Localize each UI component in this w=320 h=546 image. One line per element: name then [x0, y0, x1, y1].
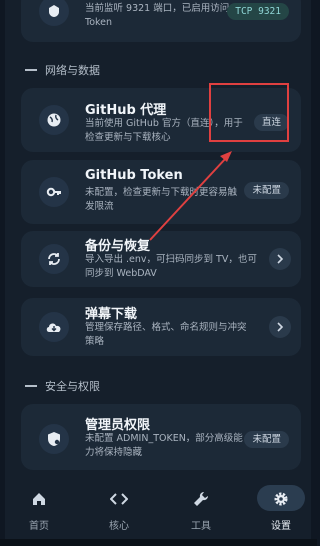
nav-home[interactable]: 首页: [9, 481, 69, 539]
nav-core-label: 核心: [109, 521, 129, 532]
nav-tools[interactable]: 工具: [171, 481, 231, 539]
nav-settings[interactable]: 设置: [251, 481, 311, 539]
wrench-icon: [193, 491, 209, 511]
nav-settings-label: 设置: [271, 521, 291, 532]
code-icon: [109, 491, 129, 511]
bottom-nav: 首页 核心 工具 设置: [5, 481, 311, 539]
nav-home-label: 首页: [29, 521, 49, 532]
bottom-strip: [0, 539, 317, 546]
annotation-arrow: [149, 151, 232, 241]
nav-core[interactable]: 核心: [89, 481, 149, 539]
home-icon: [31, 491, 47, 511]
nav-tools-label: 工具: [191, 521, 211, 532]
gear-icon: [273, 491, 289, 511]
